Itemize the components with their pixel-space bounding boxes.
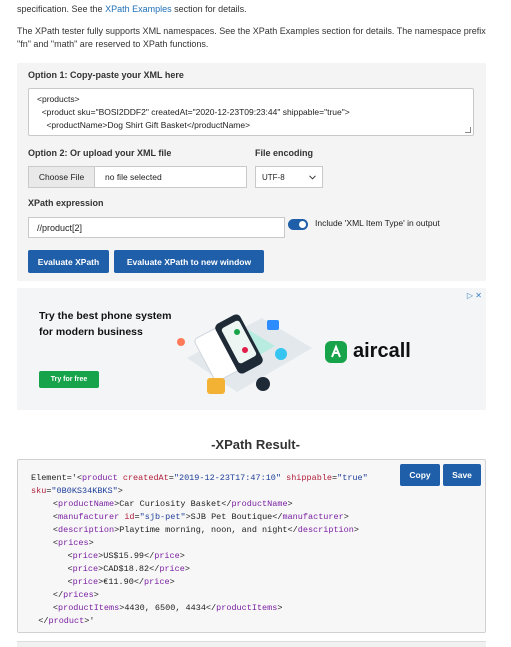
xpath-examples-link[interactable]: XPath Examples — [105, 4, 172, 14]
ad-headline: Try the best phone system for modern bus… — [39, 310, 172, 338]
ad-brand-logo: aircall — [325, 340, 411, 363]
file-status-text: no file selected — [105, 172, 162, 182]
choose-file-button[interactable]: Choose File — [29, 167, 95, 187]
code-token: >US$15.99</ — [98, 551, 155, 561]
ad-try-free-button[interactable]: Try for free — [39, 371, 99, 388]
code-token: product — [48, 616, 85, 626]
code-token: id — [124, 512, 135, 522]
resize-handle[interactable] — [465, 127, 471, 133]
result-code-line: </prices> — [31, 589, 368, 602]
result-code-line: <price>CAD$18.82</price> — [31, 563, 368, 576]
code-token: price — [144, 577, 170, 587]
code-token: </ — [52, 590, 64, 600]
code-token: >4430, 6500, 4434</ — [119, 603, 217, 613]
code-token: > — [184, 564, 190, 574]
code-token: >SJB Pet Boutique</ — [185, 512, 283, 522]
file-upload-field[interactable]: Choose File no file selected — [28, 166, 247, 188]
code-token: description — [297, 525, 354, 535]
code-token: "sjb-pet" — [139, 512, 186, 522]
advertisement-banner[interactable]: ▷ ✕ Try the best phone system for modern… — [17, 288, 486, 410]
code-token: > — [93, 590, 99, 600]
encoding-label: File encoding — [255, 148, 314, 158]
code-token: </ — [38, 616, 49, 626]
result-code-line: sku="0B0KS34KBKS"> — [31, 485, 368, 498]
code-token: Element='< — [31, 473, 83, 483]
code-token: productItems — [58, 603, 120, 613]
code-token: > — [343, 512, 349, 522]
ad-choices-icon[interactable]: ▷ ✕ — [467, 291, 482, 300]
xpath-result-panel: Element='<product createdAt="2019-12-23T… — [17, 459, 486, 633]
code-token: >€11.90</ — [98, 577, 145, 587]
code-token: > — [179, 551, 185, 561]
code-token: > — [353, 525, 359, 535]
result-code-line: <description>Playtime morning, noon, and… — [31, 524, 368, 537]
code-token: > — [277, 603, 283, 613]
xml-line: <products> — [37, 94, 80, 104]
code-token: "true" — [337, 473, 368, 483]
code-token: createdAt — [122, 473, 169, 483]
code-token: >Playtime morning, noon, and night</ — [114, 525, 298, 535]
code-token: > — [117, 486, 123, 496]
xml-line: <product sku="BOSI2DDF2" createdAt="2020… — [37, 107, 350, 117]
result-code-line: <price>US$15.99</price> — [31, 550, 368, 563]
result-code-line: <manufacturer id="sjb-pet">SJB Pet Bouti… — [31, 511, 368, 524]
code-token: prices — [58, 538, 89, 548]
code-token: > — [88, 538, 94, 548]
xpath-result-title: -XPath Result- — [211, 437, 300, 452]
code-token: description — [58, 525, 115, 535]
result-code-line: <productName>Car Curiosity Basket</produ… — [31, 498, 368, 511]
code-token: > — [287, 499, 293, 509]
xml-line: <manufacturer id="sjb-pet">SJB Pet Bouti… — [37, 132, 465, 135]
intro-namespaces-text: The XPath tester fully supports XML name… — [17, 26, 486, 49]
include-type-label: Include 'XML Item Type' in output — [315, 218, 440, 228]
include-type-toggle[interactable] — [288, 219, 308, 230]
code-token: shippable — [286, 473, 333, 483]
result-code-line: </product>' — [31, 615, 368, 628]
evaluate-new-window-button[interactable]: Evaluate XPath to new window — [114, 250, 264, 273]
code-token: productItems — [216, 603, 278, 613]
code-token: sku — [31, 486, 47, 496]
code-token: product — [82, 473, 118, 483]
next-section-edge — [17, 641, 486, 647]
aircall-logo-icon — [325, 340, 347, 363]
code-token: >' — [84, 616, 95, 626]
code-token: "2019-12-23T17:47:10" — [173, 473, 281, 483]
intro-line-1: specification. See the XPath Examples se… — [17, 4, 247, 14]
code-token: manufacturer — [58, 512, 120, 522]
result-code-line: Element='<product createdAt="2019-12-23T… — [31, 472, 368, 485]
evaluate-xpath-button[interactable]: Evaluate XPath — [28, 250, 109, 273]
code-token: price — [72, 551, 99, 561]
encoding-value: UTF-8 — [262, 172, 285, 182]
result-code-line: <prices> — [31, 537, 368, 550]
code-token: prices — [63, 590, 94, 600]
result-code-line: <price>€11.90</price> — [31, 576, 368, 589]
code-token: > — [169, 577, 175, 587]
code-token: >Car Curiosity Basket</ — [114, 499, 232, 509]
copy-button[interactable]: Copy — [400, 464, 440, 486]
xpath-expression-label: XPath expression — [28, 198, 104, 208]
code-token: price — [154, 551, 180, 561]
encoding-select[interactable]: UTF-8 — [255, 166, 323, 188]
code-token: price — [72, 577, 99, 587]
option2-label: Option 2: Or upload your XML file — [28, 148, 172, 158]
code-token: price — [159, 564, 185, 574]
code-token: "0B0KS34KBKS" — [51, 486, 118, 496]
code-token: productName — [231, 499, 288, 509]
code-token: manufacturer — [282, 512, 344, 522]
code-token: price — [72, 564, 99, 574]
xpath-expression-input[interactable]: //product[2] — [28, 217, 285, 238]
xml-line: <productName>Dog Shirt Gift Basket</prod… — [37, 120, 251, 130]
result-code-line: <productItems>4430, 6500, 4434</productI… — [31, 602, 368, 615]
save-button[interactable]: Save — [443, 464, 481, 486]
ad-phone-illustration — [177, 314, 312, 394]
option1-label: Option 1: Copy-paste your XML here — [28, 70, 184, 80]
result-code: Element='<product createdAt="2019-12-23T… — [31, 472, 368, 628]
chevron-down-icon — [309, 174, 316, 180]
code-token: productName — [58, 499, 115, 509]
code-token: >CAD$18.82</ — [98, 564, 160, 574]
xml-input-textarea[interactable]: <products> <product sku="BOSI2DDF2" crea… — [28, 88, 474, 136]
